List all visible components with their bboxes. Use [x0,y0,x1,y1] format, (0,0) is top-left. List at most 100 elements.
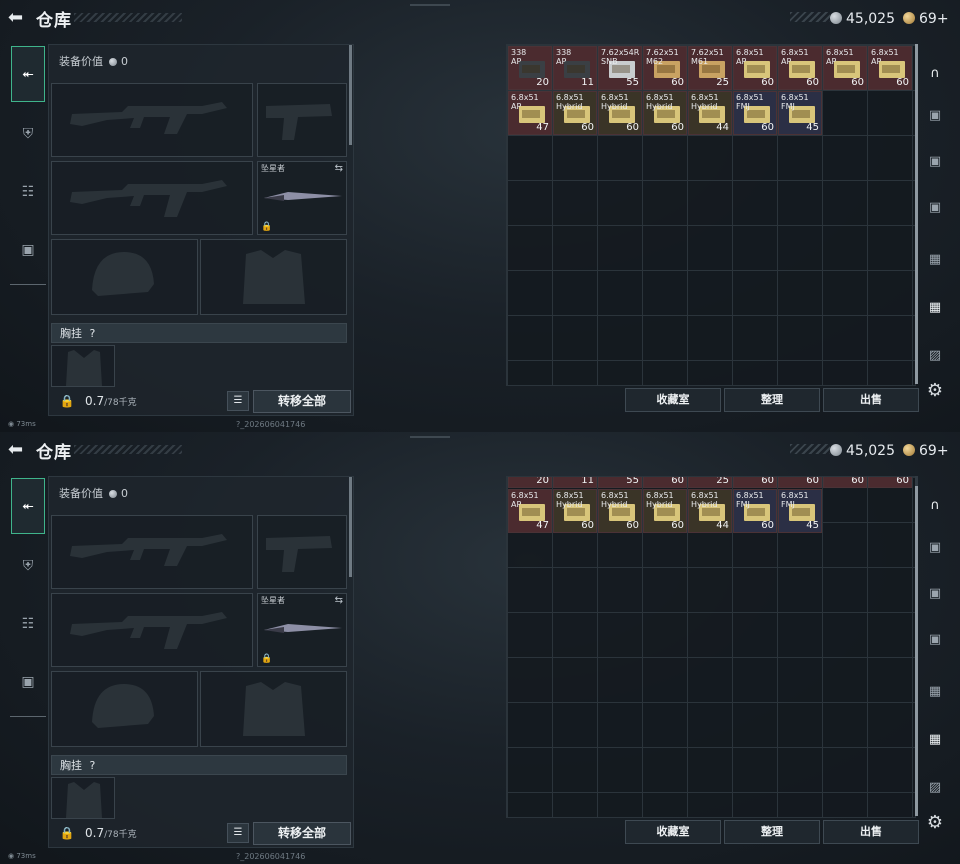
stash-scrollbar[interactable] [915,44,918,384]
stash-item[interactable]: 60 [823,477,867,488]
stash-item[interactable]: 338 AP 11 [553,46,597,90]
stash-item[interactable]: 6.8x51 Hybrid 44 [688,489,732,533]
gold-currency[interactable]: 69+ [903,10,949,28]
pistol-slot[interactable] [257,515,347,589]
primary-weapon-slot[interactable] [51,83,253,157]
stash-item[interactable]: 6.8x51 AP 60 [778,46,822,90]
stash-item[interactable]: 6.8x51 AP 47 [508,489,552,533]
stash-item[interactable]: 6.8x51 AP 60 [733,46,777,90]
ammo-quantity: 60 [626,520,639,531]
stash-item[interactable]: 6.8x51 Hybrid 44 [688,91,732,135]
stash-item[interactable]: 6.8x51 FMJ 45 [778,91,822,135]
settings-gear-icon[interactable]: ⚙ [924,812,946,834]
transfer-all-button[interactable]: 转移全部 [253,390,351,413]
stash-item[interactable]: 6.8x51 FMJ 60 [733,91,777,135]
tab-storage-v1[interactable]: ▣ [922,534,948,562]
tab-storage-v3[interactable]: ▣ [922,626,948,654]
stash-grid[interactable]: 338 AP 20 338 AP 11 7.62x54R SNB 55 7.62x51 M62 60 7… [506,44,916,386]
collection-room-button[interactable]: 收藏室 [625,820,721,844]
stash-scrollbar[interactable] [915,476,918,816]
settings-gear-icon[interactable]: ⚙ [924,380,946,402]
tab-weapons[interactable]: ⯬ [11,478,45,534]
back-arrow-icon[interactable]: ⬅ [8,440,30,460]
stash-item[interactable]: 55 [598,477,642,488]
chest-rig-slot[interactable] [51,345,115,387]
list-icon[interactable]: ☰ [227,391,249,411]
stash-item[interactable]: 6.8x51 Hybrid 60 [598,91,642,135]
tab-storage-iv2[interactable]: ▦ [922,294,948,322]
stash-item[interactable]: 6.8x51 Hybrid 60 [598,489,642,533]
stash-item[interactable]: 6.8x51 AP 60 [823,46,867,90]
helmet-slot[interactable] [51,671,198,747]
lock-icon[interactable]: 🔒 [57,391,77,411]
stash-grid[interactable]: 20 11 55 60 25 60 60 60 60 6.8x51 AP 47 6.8x51 Hybrid… [506,476,916,818]
transfer-all-button[interactable]: 转移全部 [253,822,351,845]
stash-item[interactable]: 6.8x51 Hybrid 60 [553,489,597,533]
tab-supplies[interactable]: ☷ [12,176,44,208]
armor-icon: ⛨ [22,126,34,142]
stash-item[interactable]: 60 [868,477,912,488]
armor-slot[interactable] [200,671,347,747]
help-icon[interactable]: ? [90,327,96,340]
tab-arch[interactable]: ∩ [922,60,948,88]
stash-item[interactable]: 7.62x51 M62 60 [643,46,687,90]
sort-button[interactable]: 整理 [724,820,820,844]
stash-scroll-thumb[interactable] [915,486,918,816]
tab-gallery[interactable]: ▨ [922,774,948,802]
secondary-weapon-slot[interactable] [51,593,253,667]
sort-button[interactable]: 整理 [724,388,820,412]
tab-gallery[interactable]: ▨ [922,342,948,370]
stash-item[interactable]: 20 [508,477,552,488]
stash-item[interactable]: 6.8x51 AP 60 [868,46,912,90]
lock-icon[interactable]: 🔒 [57,823,77,843]
equipment-value-amount: 0 [121,55,128,68]
tab-weapons[interactable]: ⯬ [11,46,45,102]
sell-button[interactable]: 出售 [823,820,919,844]
stash-item[interactable]: 60 [778,477,822,488]
tab-armor[interactable]: ⛨ [12,118,44,150]
equipment-scrollbar[interactable] [349,477,352,577]
stash-item[interactable]: 11 [553,477,597,488]
stash-scroll-thumb[interactable] [915,44,918,384]
tab-supplies[interactable]: ☷ [12,608,44,640]
stash-item[interactable]: 6.8x51 AP 47 [508,91,552,135]
stash-item[interactable]: 6.8x51 FMJ 45 [778,489,822,533]
secondary-weapon-slot[interactable] [51,161,253,235]
tab-storage-v2[interactable]: ▣ [922,148,948,176]
list-icon[interactable]: ☰ [227,823,249,843]
melee-slot[interactable]: 坠星者 ⇆ 🔒 [257,161,347,235]
primary-weapon-slot[interactable] [51,515,253,589]
back-arrow-icon[interactable]: ⬅ [8,8,30,28]
chest-rig-slot[interactable] [51,777,115,819]
armor-slot[interactable] [200,239,347,315]
case-icon: ▦ [928,252,942,267]
stash-item[interactable]: 7.62x54R SNB 55 [598,46,642,90]
stash-item[interactable]: 338 AP 20 [508,46,552,90]
melee-slot[interactable]: 坠星者 ⇆ 🔒 [257,593,347,667]
gold-currency[interactable]: 69+ [903,442,949,460]
stash-item[interactable]: 6.8x51 Hybrid 60 [643,489,687,533]
tab-storage-v2[interactable]: ▣ [922,580,948,608]
help-icon[interactable]: ? [90,759,96,772]
tab-storage-v3[interactable]: ▣ [922,194,948,222]
stash-item[interactable]: 6.8x51 Hybrid 60 [553,91,597,135]
tab-storage-v1[interactable]: ▣ [922,102,948,130]
tab-storage-iv1[interactable]: ▦ [922,246,948,274]
tab-toolbox[interactable]: ▣ [12,234,44,266]
collection-room-button[interactable]: 收藏室 [625,388,721,412]
stash-item[interactable]: 6.8x51 FMJ 60 [733,489,777,533]
tab-arch[interactable]: ∩ [922,492,948,520]
pistol-slot[interactable] [257,83,347,157]
stash-item[interactable]: 6.8x51 Hybrid 60 [643,91,687,135]
stash-item[interactable]: 7.62x51 M61 25 [688,46,732,90]
tab-storage-iv2[interactable]: ▦ [922,726,948,754]
stash-item[interactable]: 25 [688,477,732,488]
stash-item[interactable]: 60 [733,477,777,488]
sell-button[interactable]: 出售 [823,388,919,412]
tab-armor[interactable]: ⛨ [12,550,44,582]
helmet-slot[interactable] [51,239,198,315]
equipment-scrollbar[interactable] [349,45,352,145]
tab-toolbox[interactable]: ▣ [12,666,44,698]
stash-item[interactable]: 60 [643,477,687,488]
tab-storage-iv1[interactable]: ▦ [922,678,948,706]
